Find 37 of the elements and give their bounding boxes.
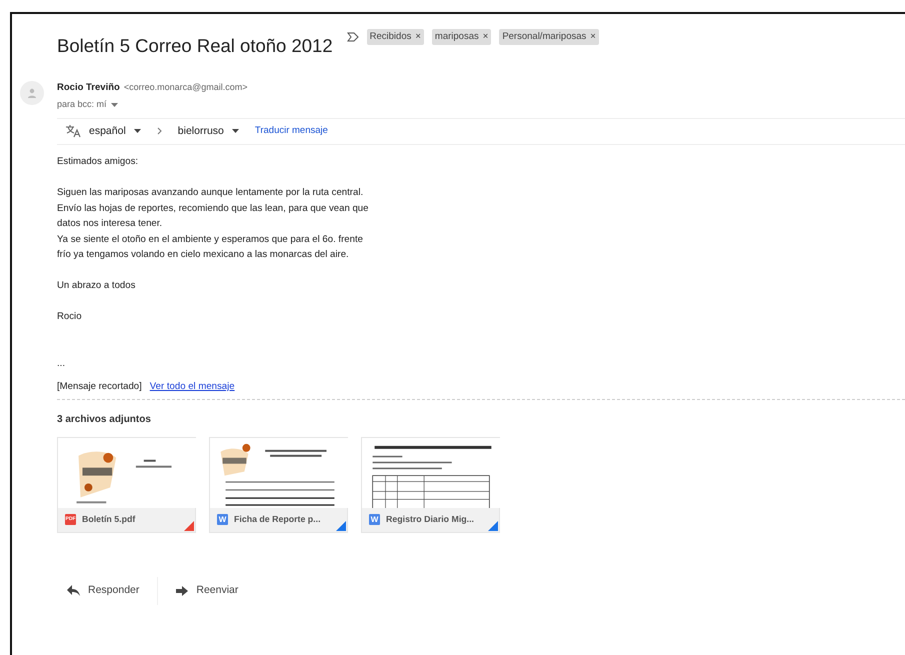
body-paragraph: Rocio — [57, 310, 83, 324]
reply-icon — [67, 585, 80, 596]
word-file-icon: W — [217, 514, 228, 526]
label-chip[interactable]: Recibidos × — [366, 28, 424, 45]
remove-label-button[interactable]: × — [482, 30, 488, 44]
importance-marker-icon[interactable] — [346, 32, 359, 42]
body-paragraph: Estimados amigos: — [57, 155, 140, 170]
clipped-note: [Mensaje recortado] — [57, 380, 142, 394]
forward-icon — [176, 586, 188, 596]
avatar-icon — [20, 80, 44, 105]
remove-label-button[interactable]: × — [415, 30, 421, 44]
target-language-dropdown[interactable]: bielorruso — [178, 124, 239, 140]
sender-email: <correo.monarca@gmail.com> — [124, 80, 248, 94]
attachment-name: Boletín 5.pdf — [82, 513, 136, 526]
attachment-name: Ficha de Reporte p... — [234, 513, 321, 526]
caret-icon[interactable] — [110, 102, 118, 107]
email-subject: Boletín 5 Correo Real otoño 2012 — [57, 34, 333, 58]
body-paragraph: Siguen las mariposas avanzando aunque lentamente por la ruta central. Envío las hojas de reportes, recomiendo que las lean, para que vean que datos nos interesa tener. Ya se siente el otoño en el ambiente y esperamos que para el 6o. frente frío ya tengamos volando en cielo mexicano a las monarcas del aire. — [57, 186, 370, 262]
translate-icon[interactable] — [65, 124, 81, 138]
word-file-icon: W — [369, 514, 380, 526]
caret-icon — [134, 129, 141, 134]
body-paragraph: Un abrazo a todos — [57, 279, 136, 294]
attachment-card[interactable]: W Ficha de Reporte p... — [209, 436, 348, 533]
sender-name: Rocio Treviño — [57, 80, 120, 95]
ellipsis-text: ... — [57, 356, 66, 371]
remove-label-button[interactable]: × — [590, 30, 596, 44]
label-chip[interactable]: Personal/mariposas × — [499, 28, 599, 45]
attachment-name: Registro Diario Mig... — [386, 513, 474, 526]
attachment-card[interactable]: W Registro Diario Mig... — [361, 436, 500, 533]
view-full-message-link[interactable]: Ver todo el mensaje — [150, 379, 235, 395]
chevron-right-icon — [156, 127, 162, 136]
source-language-dropdown[interactable]: español — [89, 124, 141, 140]
recipients-text: para bcc: mí — [57, 98, 107, 111]
attachments-heading: 3 archivos adjuntos — [57, 412, 152, 427]
translate-link[interactable]: Traducir mensaje — [254, 124, 328, 138]
label-chip[interactable]: mariposas × — [432, 28, 492, 45]
caret-icon — [232, 129, 239, 134]
